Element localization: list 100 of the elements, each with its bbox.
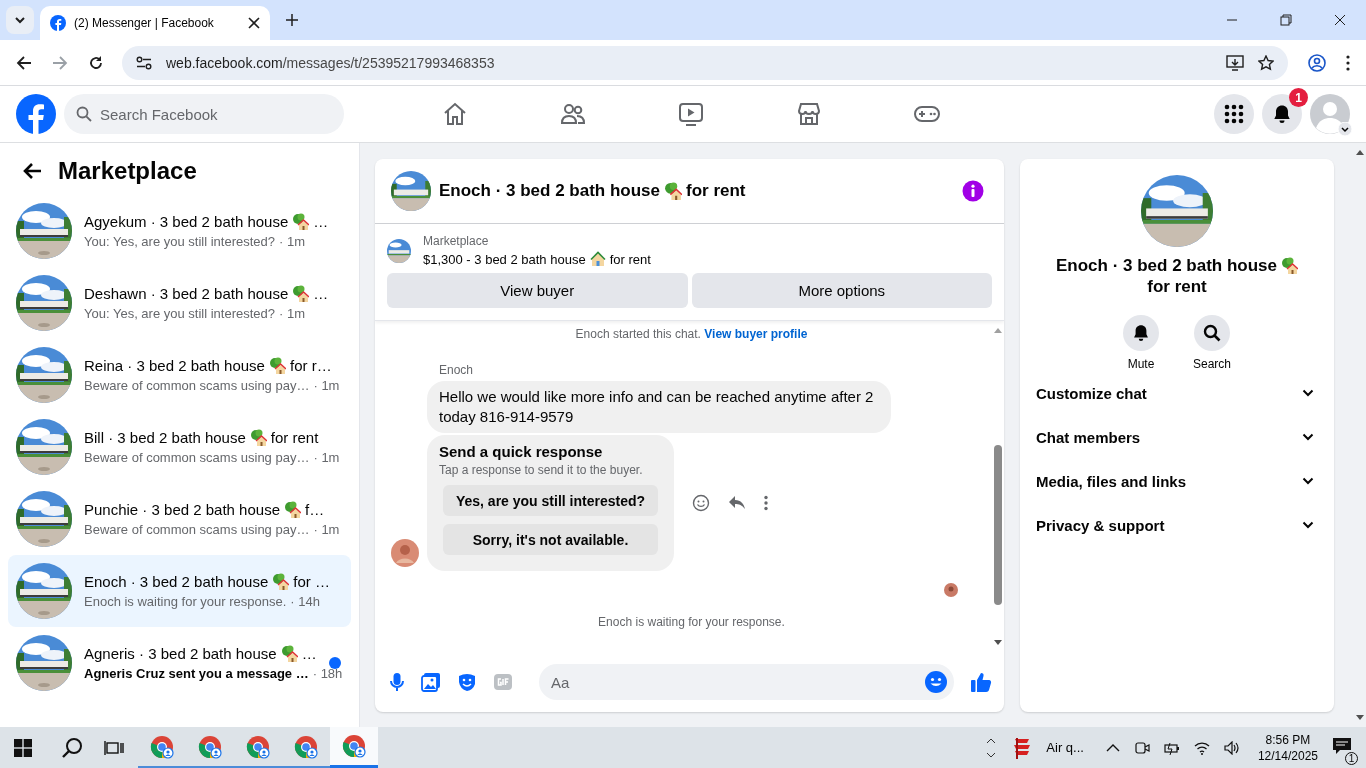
- conversation-item[interactable]: Deshawn · 3 bed 2 bath house … You: Yes, are you still interested? · 1m: [8, 267, 351, 339]
- menu-icon[interactable]: [1346, 54, 1350, 71]
- scroll-up-icon[interactable]: [986, 737, 997, 744]
- start-icon[interactable]: [14, 738, 32, 757]
- emoji-reaction-icon[interactable]: [692, 494, 710, 512]
- sticker-icon[interactable]: [457, 672, 477, 692]
- scroll-up-icon[interactable]: [1356, 149, 1364, 155]
- quick-response-button[interactable]: Sorry, it's not available.: [443, 524, 658, 555]
- chevron-down-icon[interactable]: [1302, 521, 1314, 529]
- chevron-down-icon[interactable]: [1302, 477, 1314, 485]
- new-tab-icon[interactable]: [286, 14, 298, 26]
- scroll-down-icon[interactable]: [993, 640, 1003, 646]
- profile-icon[interactable]: [1308, 53, 1326, 72]
- more-icon[interactable]: [764, 495, 768, 511]
- conversation-item[interactable]: Agneris · 3 bed 2 bath house … Agneris Cruz sent you a message … · 18h: [8, 627, 351, 699]
- info-icon[interactable]: [962, 180, 984, 202]
- thumbs-up-icon[interactable]: [970, 671, 992, 693]
- search-icon[interactable]: [1203, 324, 1221, 342]
- details-section[interactable]: Media, files and links: [1028, 459, 1326, 503]
- address-bar[interactable]: web.facebook.com/messages/t/25395217993468353: [122, 45, 1288, 80]
- conversation-item[interactable]: Enoch · 3 bed 2 bath house for … Enoch is waiting for your response. · 14h: [8, 555, 351, 627]
- conversation-item[interactable]: Punchie · 3 bed 2 bath house f… Beware of common scams using pay… · 1m: [8, 483, 351, 555]
- restore-icon[interactable]: [1280, 14, 1292, 26]
- action-button[interactable]: More options: [691, 273, 992, 308]
- chrome-icon[interactable]: [342, 734, 366, 758]
- bell-icon[interactable]: [1272, 104, 1292, 124]
- chrome-icon[interactable]: [150, 734, 174, 759]
- tree-house-icon: [249, 429, 267, 446]
- back-arrow-icon[interactable]: [22, 162, 42, 180]
- facebook-logo-icon: [50, 15, 66, 31]
- mute-button[interactable]: [1123, 315, 1159, 351]
- volume-icon[interactable]: [1223, 740, 1240, 755]
- search-field[interactable]: Search Facebook: [64, 94, 344, 134]
- people-icon[interactable]: [560, 101, 586, 127]
- search-button[interactable]: [1194, 315, 1230, 351]
- close-icon[interactable]: [248, 17, 260, 29]
- wifi-icon[interactable]: [1193, 740, 1210, 755]
- chrome-icon[interactable]: [246, 734, 270, 759]
- chevron-up-icon[interactable]: [1105, 742, 1120, 753]
- grid-menu-icon[interactable]: [1224, 104, 1244, 124]
- chat-start-notice: Enoch started this chat.: [575, 327, 701, 341]
- photo-icon[interactable]: [421, 672, 441, 692]
- chevron-down-icon[interactable]: [14, 14, 26, 26]
- action-center-icon[interactable]: [1332, 736, 1352, 755]
- caret-icon[interactable]: [1338, 122, 1352, 136]
- weather-icon[interactable]: [1012, 735, 1033, 760]
- forward-icon[interactable]: [52, 54, 68, 71]
- scroll-down-icon[interactable]: [986, 751, 997, 758]
- scroll-down-icon[interactable]: [1356, 715, 1364, 721]
- conversation-item[interactable]: Bill · 3 bed 2 bath house for rent Beware of common scams using pay… · 1m: [8, 411, 351, 483]
- chrome-taskbar-button[interactable]: [330, 727, 378, 768]
- conversation-name: for rent: [1146, 276, 1208, 297]
- listing-title: for rent: [609, 251, 651, 267]
- details-section[interactable]: Chat members: [1028, 415, 1326, 459]
- action-button[interactable]: View buyer: [387, 273, 688, 308]
- message-time: · 18h: [312, 666, 343, 681]
- task-view-icon[interactable]: [104, 738, 124, 757]
- notifications-button[interactable]: [1262, 94, 1302, 134]
- bookmark-star-icon[interactable]: [1258, 54, 1274, 71]
- chrome-icon[interactable]: [294, 734, 318, 759]
- conversation-title: Agneris · 3 bed 2 bath house: [84, 645, 277, 662]
- microphone-icon[interactable]: [389, 672, 405, 692]
- message-preview: Agneris Cruz sent you a message …: [84, 666, 309, 681]
- chrome-icon[interactable]: [198, 734, 222, 759]
- reload-icon[interactable]: [88, 54, 104, 71]
- clock-date[interactable]: 12/14/2025: [1257, 747, 1318, 764]
- details-section[interactable]: Customize chat: [1028, 371, 1326, 415]
- menu-button[interactable]: [1214, 94, 1254, 134]
- conversation-title: Deshawn · 3 bed 2 bath house: [84, 285, 289, 302]
- install-app-icon[interactable]: [1226, 54, 1244, 71]
- browser-tab[interactable]: (2) Messenger | Facebook: [40, 6, 270, 40]
- close-icon[interactable]: [1334, 14, 1346, 26]
- reply-icon[interactable]: [728, 495, 746, 511]
- search-icon[interactable]: [62, 736, 84, 759]
- meet-now-icon[interactable]: [1133, 739, 1150, 756]
- conversation-title: Reina · 3 bed 2 bath house: [84, 357, 265, 374]
- back-icon[interactable]: [16, 54, 32, 71]
- bell-icon[interactable]: [1132, 324, 1150, 342]
- facebook-logo-icon[interactable]: [16, 94, 56, 134]
- home-icon[interactable]: [442, 101, 468, 127]
- house-icon: [589, 251, 606, 267]
- conversation-item[interactable]: Agyekum · 3 bed 2 bath house … You: Yes, are you still interested? · 1m: [8, 195, 351, 267]
- conversation-title: for r…: [289, 357, 332, 374]
- quick-response-button[interactable]: Yes, are you still interested?: [443, 485, 658, 516]
- emoji-icon[interactable]: [925, 671, 947, 693]
- conversation-item[interactable]: Reina · 3 bed 2 bath house for r… Beware of common scams using pay… · 1m: [8, 339, 351, 411]
- store-icon[interactable]: [796, 101, 822, 127]
- scrollbar-thumb[interactable]: [994, 445, 1002, 605]
- tab-title: (2) Messenger | Facebook: [74, 16, 215, 30]
- clock-time[interactable]: 8:56 PM: [1265, 731, 1311, 748]
- video-icon[interactable]: [678, 101, 704, 127]
- site-settings-icon[interactable]: [136, 55, 152, 70]
- details-section[interactable]: Privacy & support: [1028, 503, 1326, 547]
- chevron-down-icon[interactable]: [1302, 389, 1314, 397]
- chevron-down-icon[interactable]: [1302, 433, 1314, 441]
- tab-search-button[interactable]: [6, 6, 34, 34]
- message-time: · 1m: [313, 522, 340, 537]
- message-input[interactable]: Aa: [539, 664, 954, 700]
- view-buyer-profile-link[interactable]: View buyer profile: [704, 327, 808, 341]
- weather-text[interactable]: Air q...: [1046, 740, 1084, 755]
